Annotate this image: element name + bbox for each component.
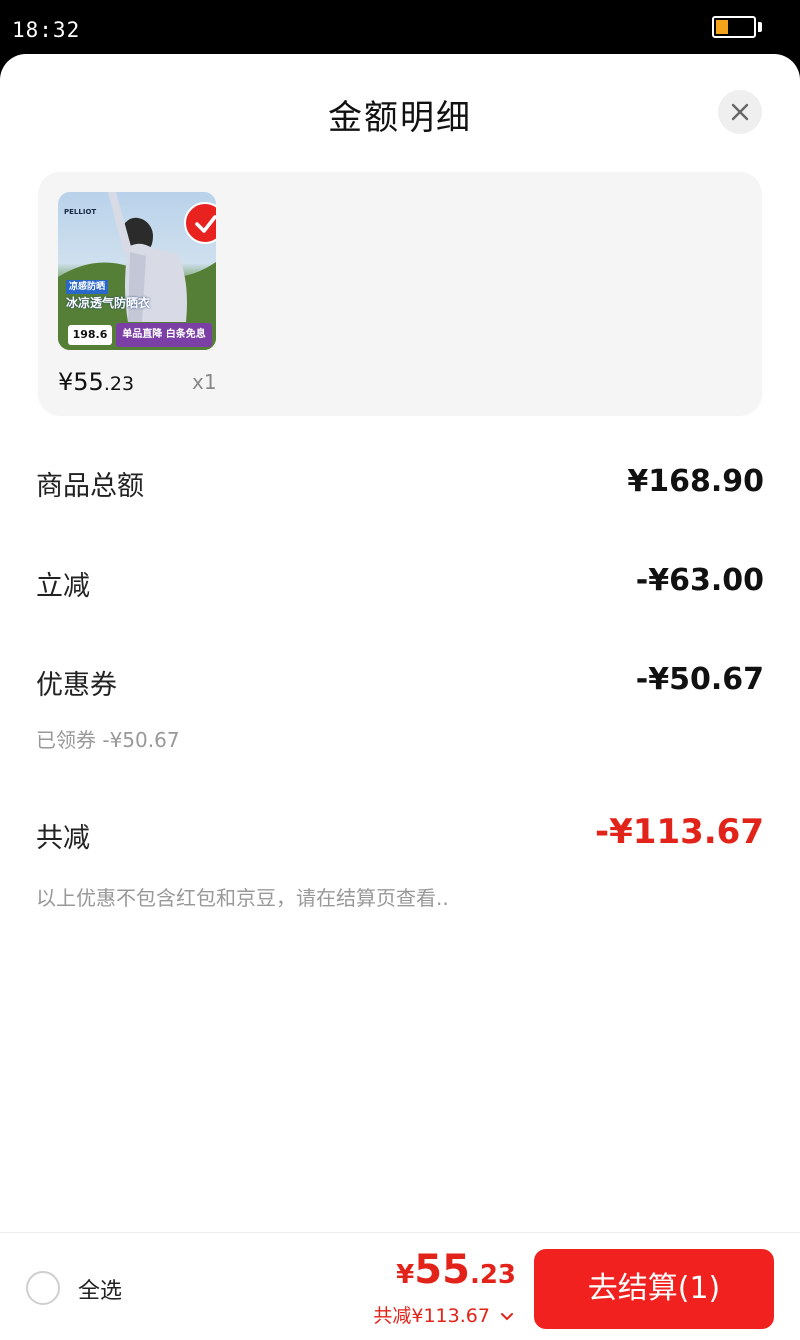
product-image-promo: 单品直降 白条免息 xyxy=(116,323,212,347)
coupon-note: 已领券 -¥50.67 xyxy=(36,728,180,752)
status-bar: 18:32 xyxy=(0,0,800,56)
status-time: 18:32 xyxy=(12,18,81,42)
bottom-price-decimal: .23 xyxy=(469,1260,516,1290)
instant-discount-label: 立减 xyxy=(36,571,90,602)
check-icon xyxy=(195,215,216,233)
bottom-checkout-bar: 全选 ¥55.23 共减¥113.67 去结算(1) xyxy=(0,1232,800,1340)
product-image[interactable]: PELLIOT 凉感防晒 冰凉透气防晒衣 198.6 单品直降 白条免息 xyxy=(58,192,216,350)
disclaimer-text: 以上优惠不包含红包和京豆，请在结算页查看.. xyxy=(36,886,449,910)
total-saving-value: -¥113.67 xyxy=(595,812,764,852)
battery-tip xyxy=(758,22,762,32)
product-image-tag: 凉感防晒 xyxy=(66,280,109,294)
checkout-button[interactable]: 去结算(1) xyxy=(534,1249,774,1329)
saving-detail-toggle[interactable]: 共减¥113.67 xyxy=(373,1301,514,1328)
bottom-price-integer: 55 xyxy=(414,1247,470,1293)
total-saving-label: 共减 xyxy=(36,823,90,854)
instant-discount-value: -¥63.00 xyxy=(635,563,764,598)
goods-total-value: ¥168.90 xyxy=(627,464,764,499)
select-all-label[interactable]: 全选 xyxy=(78,1273,122,1305)
chevron-down-icon xyxy=(501,1312,513,1320)
battery-level xyxy=(716,20,728,34)
bottom-total-price: ¥55.23 xyxy=(396,1247,516,1293)
saving-text: 共减¥113.67 xyxy=(373,1305,490,1327)
amount-detail-sheet: 金额明细 PELLIOT 凉感防晒 冰凉透气防晒衣 198.6 单品直降 白条免… xyxy=(0,54,800,1340)
select-all-checkbox[interactable] xyxy=(26,1271,60,1305)
product-image-price: 198.6 xyxy=(68,325,112,345)
product-price-integer: 55 xyxy=(73,368,104,396)
bottom-price-symbol: ¥ xyxy=(396,1260,415,1290)
goods-total-label: 商品总额 xyxy=(36,471,144,502)
product-price-decimal: .23 xyxy=(103,373,135,395)
close-button[interactable] xyxy=(718,90,762,134)
product-price: ¥55.23 xyxy=(58,368,134,396)
coupon-label: 优惠券 xyxy=(36,670,117,701)
product-image-slogan: 冰凉透气防晒衣 xyxy=(66,296,151,310)
battery-icon xyxy=(712,16,756,38)
product-card: PELLIOT 凉感防晒 冰凉透气防晒衣 198.6 单品直降 白条免息 ¥55… xyxy=(38,172,762,416)
close-icon xyxy=(731,103,749,121)
product-quantity: x1 xyxy=(192,370,217,394)
product-price-symbol: ¥ xyxy=(58,368,74,396)
coupon-value: -¥50.67 xyxy=(635,662,764,697)
sheet-title: 金额明细 xyxy=(328,98,472,138)
product-image-brand: PELLIOT xyxy=(64,208,97,216)
